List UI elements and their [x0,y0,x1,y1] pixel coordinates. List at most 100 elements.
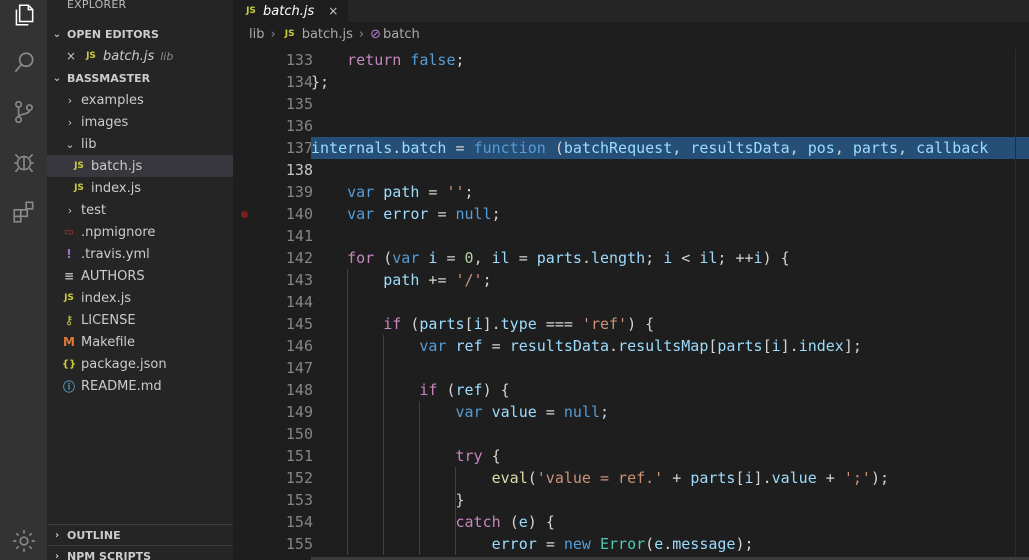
tree-file-license[interactable]: ⚷ LICENSE [47,309,233,331]
license-file-icon: ⚷ [64,313,74,327]
code-text: var error = null; [347,205,501,223]
tab-label: batch.js [263,3,315,19]
code-line[interactable]: 133 return false; [233,49,1029,71]
line-number: 153 [285,491,313,509]
line-number: 151 [285,447,313,465]
code-line[interactable]: 147 [233,357,1029,379]
line-number: 146 [285,337,313,355]
code-text: for (var i = 0, il = parts.length; i < i… [347,249,790,267]
line-number: 144 [285,293,313,311]
code-line[interactable]: 143 path += '/'; [233,269,1029,291]
code-line[interactable]: 151 try { [233,445,1029,467]
code-text: if (ref) { [419,381,510,399]
line-number: 154 [285,513,313,531]
code-line[interactable]: 155 error = new Error(e.message); [233,533,1029,555]
line-number: 155 [285,535,313,553]
code-line[interactable]: 154 catch (e) { [233,511,1029,533]
close-icon[interactable]: × [328,4,338,18]
tree-file-lib-index-js[interactable]: JS index.js [47,177,233,199]
tree-label: LICENSE [81,312,136,328]
breadcrumb-file[interactable]: batch.js [302,27,353,42]
open-editors-header[interactable]: ⌄ OPEN EDITORS [47,23,233,45]
tree-file-makefile[interactable]: M Makefile [47,331,233,353]
vertical-scrollbar[interactable] [1015,49,1029,560]
tree-file-batch-js[interactable]: JS batch.js [47,155,233,177]
line-number: 133 [285,51,313,69]
code-line[interactable]: 153 } [233,489,1029,511]
npm-file-icon: ▭ [64,226,74,238]
code-line[interactable]: 148 if (ref) { [233,379,1029,401]
tree-label: batch.js [91,158,143,174]
line-number: 135 [285,95,313,113]
chevron-down-icon: ⌄ [52,72,62,84]
breadcrumb-folder[interactable]: lib [249,27,264,42]
js-file-icon: JS [246,6,256,16]
open-editor-item[interactable]: × JS batch.js lib [47,45,233,67]
outline-header[interactable]: › OUTLINE [47,524,233,546]
chevron-down-icon: ⌄ [52,28,62,40]
code-line[interactable]: 142 for (var i = 0, il = parts.length; i… [233,247,1029,269]
code-line[interactable]: 138 [233,159,1029,181]
code-line[interactable]: 134}; [233,71,1029,93]
tree-file-npmignore[interactable]: ▭ .npmignore [47,221,233,243]
open-editors-label: OPEN EDITORS [67,27,159,41]
code-line[interactable]: 144 [233,291,1029,313]
tree-folder-examples[interactable]: › examples [47,89,233,111]
line-number: 147 [285,359,313,377]
code-line[interactable]: 146 var ref = resultsData.resultsMap[par… [233,335,1029,357]
tree-folder-images[interactable]: › images [47,111,233,133]
tree-file-travis[interactable]: ! .travis.yml [47,243,233,265]
project-header[interactable]: ⌄ BASSMASTER [47,67,233,89]
tree-label: README.md [81,378,162,394]
indent-guide [347,269,348,555]
code-line[interactable]: 139 var path = ''; [233,181,1029,203]
code-line[interactable]: 135 [233,93,1029,115]
explorer-sidebar: EXPLORER ⌄ OPEN EDITORS × JS batch.js li… [47,0,233,560]
chevron-right-icon: › [270,26,276,42]
code-line[interactable]: 140 var error = null; [233,203,1029,225]
code-line[interactable]: 137 internals.batch = function (batchRequ… [233,137,1029,159]
line-number: 149 [285,403,313,421]
json-file-icon: {} [61,358,77,370]
tab-batch-js[interactable]: JS batch.js × [233,0,348,22]
tree-file-package-json[interactable]: {} package.json [47,353,233,375]
line-number: 142 [285,249,313,267]
code-line[interactable]: 136 [233,115,1029,137]
code-text: var path = ''; [347,183,474,201]
outline-label: OUTLINE [67,529,121,542]
npm-scripts-header[interactable]: › NPM SCRIPTS [47,545,233,560]
tree-label: Makefile [81,334,136,350]
extensions-icon[interactable] [0,189,47,235]
close-icon[interactable]: × [63,49,79,63]
tree-folder-test[interactable]: › test [47,199,233,221]
code-text: }; [311,73,330,91]
settings-gear-icon[interactable] [0,518,47,560]
explorer-icon[interactable] [0,0,47,38]
breadcrumb-symbol[interactable]: batch [383,27,420,42]
code-line[interactable]: 149 var value = null; [233,401,1029,423]
search-icon[interactable] [0,40,47,86]
code-editor[interactable]: 133 return false; 134}; 135 136 137 internals… [233,49,1029,560]
code-line[interactable]: 150 [233,423,1029,445]
tree-file-index-js[interactable]: JS index.js [47,287,233,309]
code-line[interactable]: 152 eval('value = ref.' + parts[i].value… [233,467,1029,489]
tree-file-authors[interactable]: ≡ AUTHORS [47,265,233,287]
tree-label: test [81,202,106,218]
open-editor-dir: lib [160,49,174,63]
code-line[interactable]: 141 [233,225,1029,247]
tree-file-readme[interactable]: ⓘ README.md [47,375,233,397]
tree-label: images [81,114,129,130]
editor-tab-bar: JS batch.js × [233,0,1029,22]
source-control-icon[interactable] [0,89,47,135]
code-text: path += '/'; [383,271,492,289]
line-number: 152 [285,469,313,487]
code-line[interactable]: 145 if (parts[i].type === 'ref') { [233,313,1029,335]
tree-label: lib [81,136,97,152]
indent-guide [455,467,456,555]
tree-label: index.js [81,290,132,306]
text-file-icon: ≡ [63,269,75,283]
tree-label: AUTHORS [81,268,145,284]
debug-icon[interactable] [0,139,47,185]
chevron-right-icon: › [54,530,60,541]
tree-folder-lib[interactable]: ⌄ lib [47,133,233,155]
